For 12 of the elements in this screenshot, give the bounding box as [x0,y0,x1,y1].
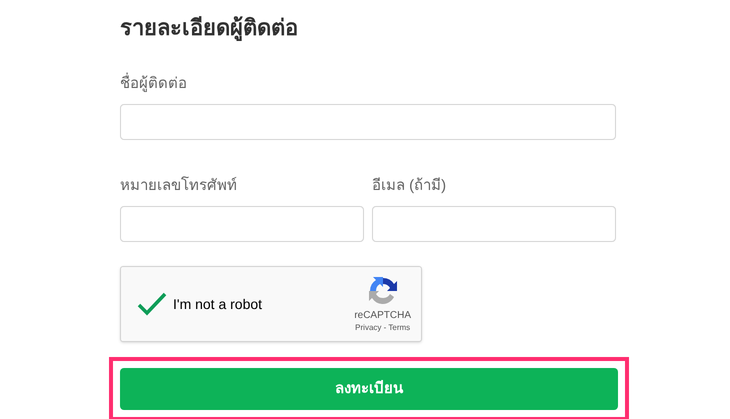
input-field[interactable] [120,206,364,242]
field-label: ชื่อผู้ติดต่อ [120,74,187,94]
input-field[interactable] [372,206,616,242]
form-heading: รายละเอียดผู้ติดต่อ [120,14,298,43]
recaptcha-logo-icon [366,275,399,307]
field-label: หมายเลขโทรศัพท์ [120,176,237,196]
input-field[interactable] [120,104,616,140]
field-label: อีเมล (ถ้ามี) [372,176,446,196]
privacy-terms-links[interactable]: Privacy - Terms [355,322,410,333]
recaptcha-brand: reCAPTCHA [354,309,411,322]
captcha-label: I'm not a robot [173,294,262,314]
checkmark-icon [137,292,167,316]
